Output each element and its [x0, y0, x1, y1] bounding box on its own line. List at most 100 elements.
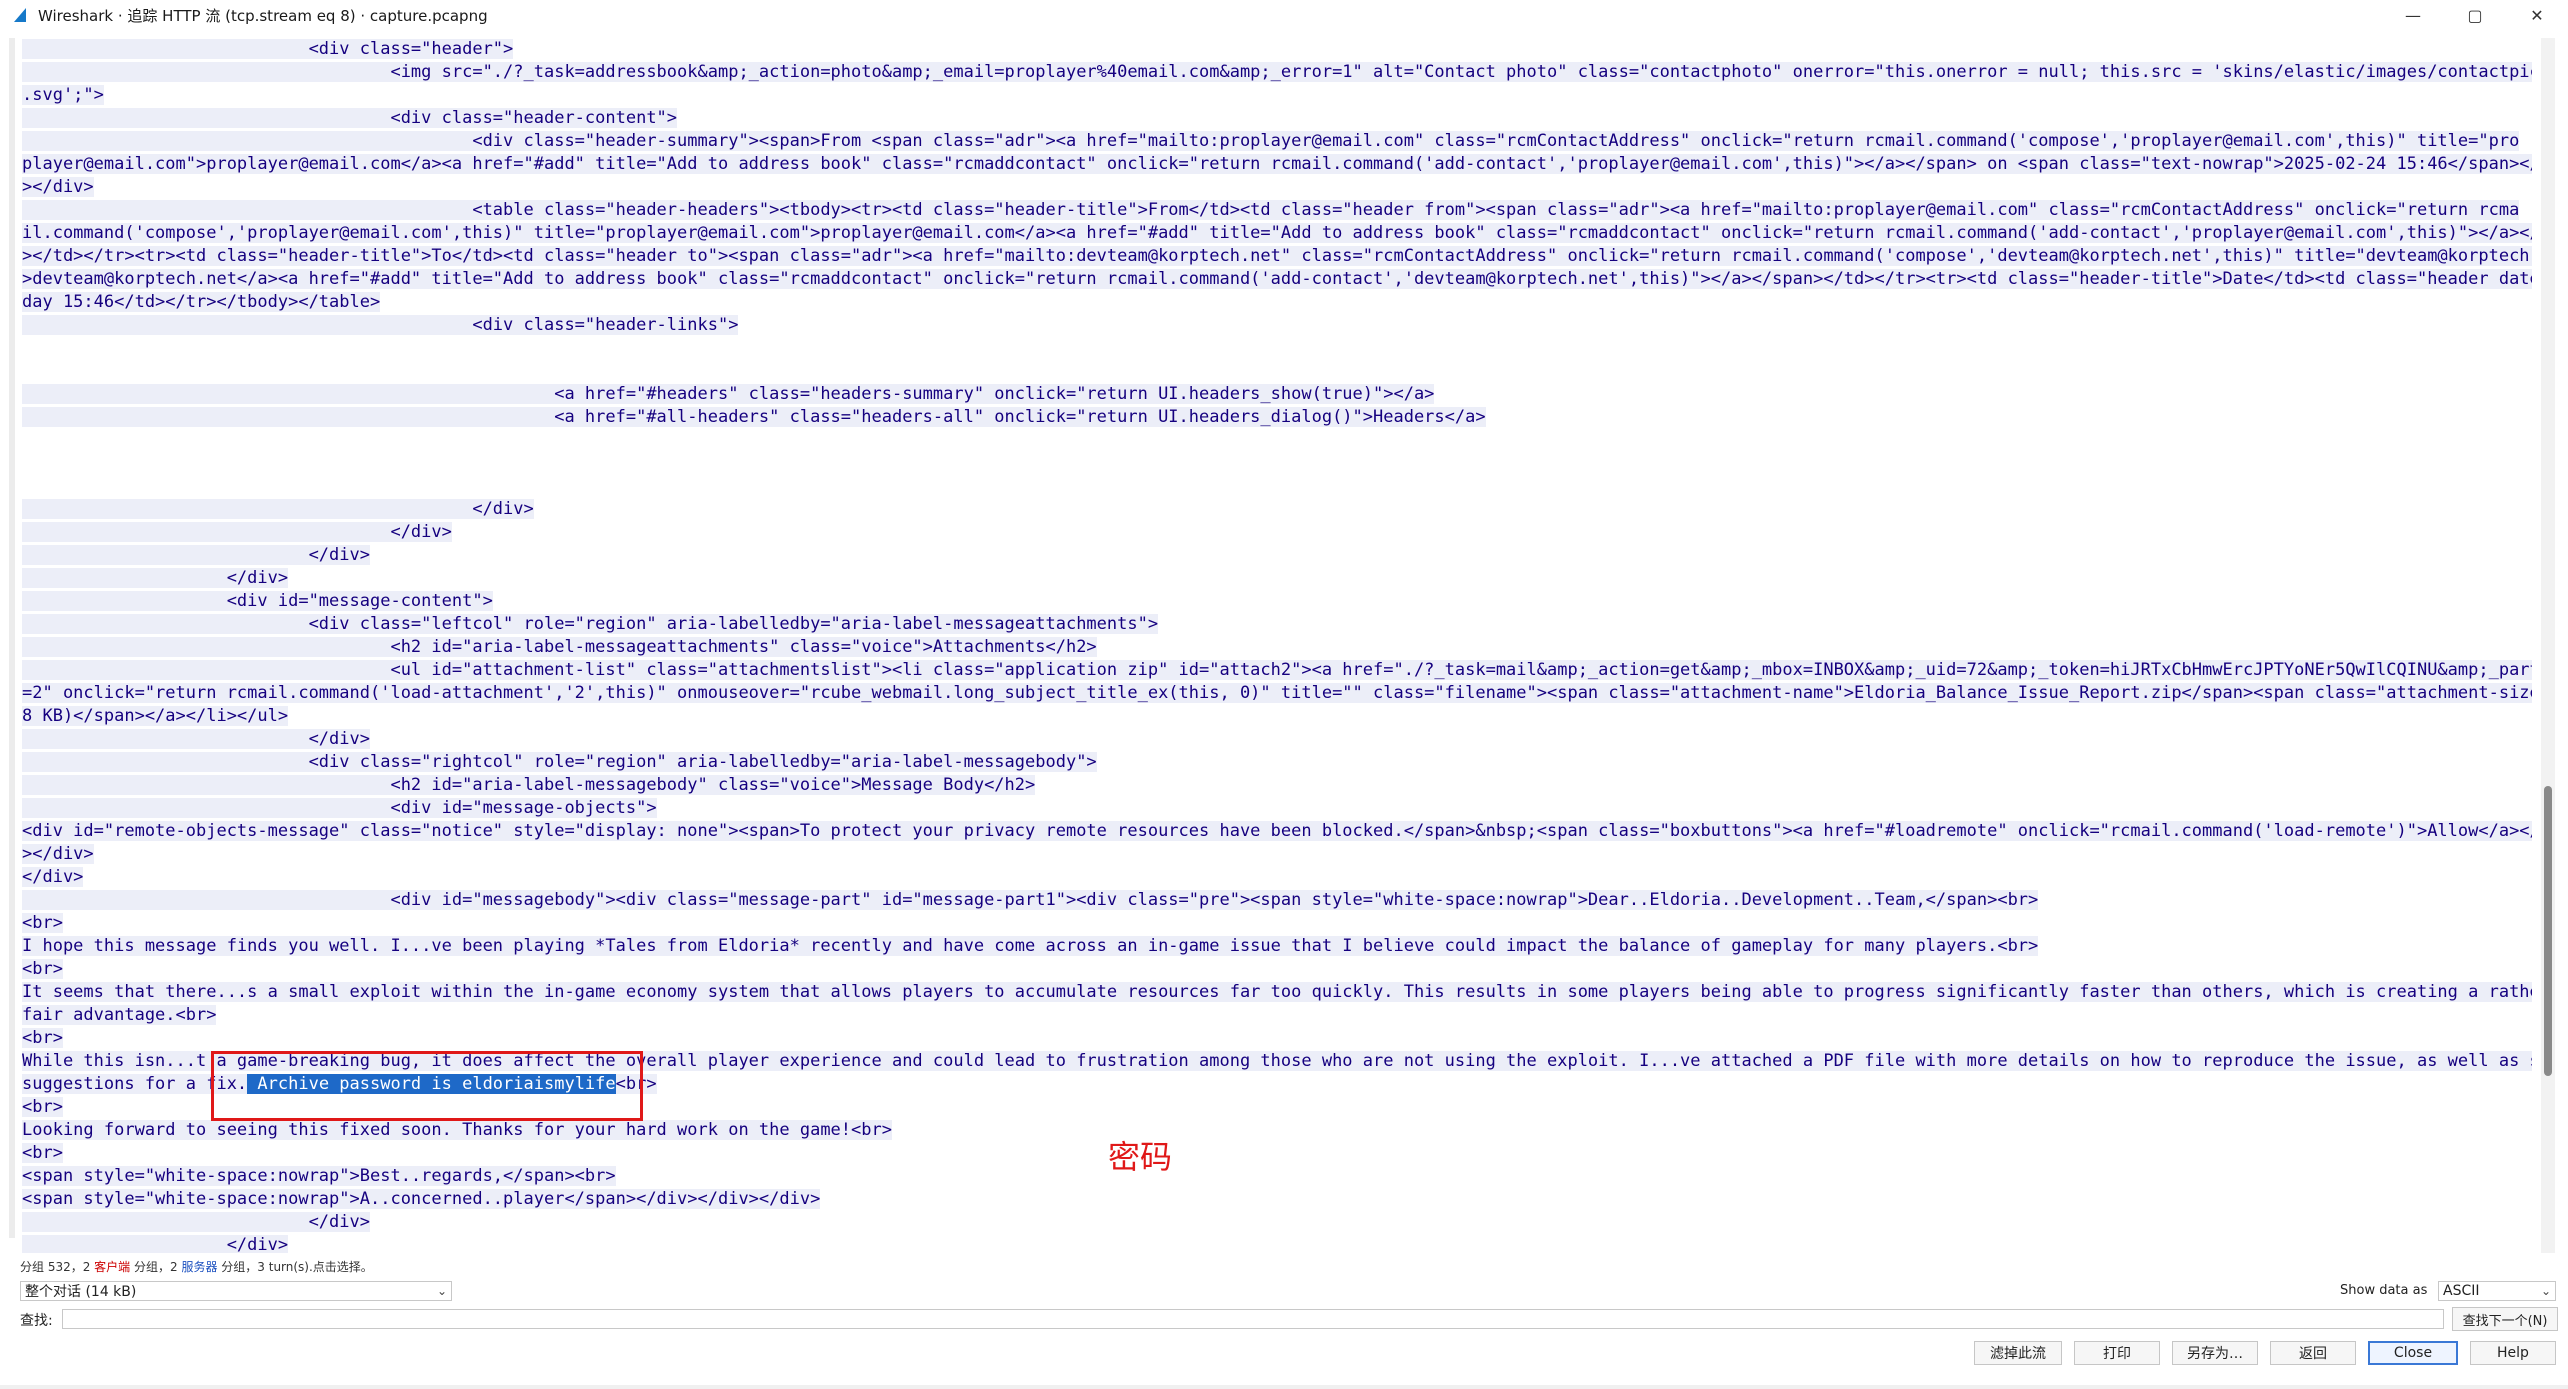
- stream-line-text: <span style="white-space:nowrap">A..conc…: [22, 1189, 821, 1209]
- stream-line: </div>: [22, 521, 2532, 544]
- stream-line: fair advantage.<br>: [22, 1004, 2532, 1027]
- stream-line: <span style="white-space:nowrap">Best..r…: [22, 1165, 2532, 1188]
- stream-line-text: <div id="messagebody"><div class="messag…: [22, 890, 2039, 910]
- stream-line: <div class="header">: [22, 38, 2532, 61]
- show-data-label: Show data as: [2340, 1283, 2428, 1298]
- stream-line-text: </div>: [22, 545, 370, 565]
- stream-line-text: <br>: [22, 1097, 63, 1117]
- stream-line-text: Looking forward to seeing this fixed soo…: [22, 1120, 892, 1140]
- maximize-button[interactable]: ▢: [2444, 0, 2506, 30]
- stream-line-text: <br>: [22, 913, 63, 933]
- stream-line: <div class="header-links">: [22, 314, 2532, 337]
- stream-line: <div class="leftcol" role="region" aria-…: [22, 613, 2532, 636]
- status-suffix: 分组，3 turn(s).点击选择。: [217, 1260, 373, 1274]
- stream-line: </div>: [22, 866, 2532, 889]
- stream-line: </div>: [22, 567, 2532, 590]
- close-window-button[interactable]: ✕: [2506, 0, 2568, 30]
- stream-line: day 15:46</td></tr></tbody></table>: [22, 291, 2532, 314]
- stream-line-text: 8 KB)</span></a></li></ul>: [22, 706, 289, 726]
- conversation-select-value: 整个对话 (14 kB): [25, 1284, 137, 1300]
- stream-line: </div>: [22, 544, 2532, 567]
- stream-line: <br>: [22, 912, 2532, 935]
- stream-line-text: <div id="message-content">: [22, 591, 493, 611]
- stream-line: <h2 id="aria-label-messageattachments" c…: [22, 636, 2532, 659]
- stream-line-text: <br>: [22, 1028, 63, 1048]
- stream-line: </div>: [22, 728, 2532, 751]
- stream-line: ></div>: [22, 843, 2532, 866]
- stream-line-text: <div class="header-links">: [22, 315, 739, 335]
- stream-line: <div id="remote-objects-message" class="…: [22, 820, 2532, 843]
- show-data-select[interactable]: ASCII ⌄: [2438, 1281, 2556, 1301]
- stream-line: <table class="header-headers"><tbody><tr…: [22, 199, 2532, 222]
- stream-line-text: day 15:46</td></tr></tbody></table>: [22, 292, 381, 312]
- password-highlight-box: [211, 1051, 643, 1121]
- help-button[interactable]: Help: [2470, 1341, 2556, 1365]
- stream-line-text: <div class="header-summary"><span>From <…: [22, 131, 2520, 151]
- stream-line-text: <h2 id="aria-label-messagebody" class="v…: [22, 775, 1036, 795]
- left-gutter: [9, 38, 15, 1238]
- bottom-edge: [0, 1385, 2568, 1389]
- conversation-select[interactable]: 整个对话 (14 kB) ⌄: [20, 1281, 452, 1301]
- stream-line-text: <br>: [22, 1143, 63, 1163]
- stream-line-text: <div id="remote-objects-message" class="…: [22, 821, 2532, 841]
- stream-status: 分组 532，2 客户端 分组，2 服务器 分组，3 turn(s).点击选择。: [20, 1258, 373, 1275]
- status-prefix: 分组 532，2: [20, 1260, 95, 1274]
- find-label: 查找:: [20, 1313, 53, 1329]
- stream-line-text: <div class="header">: [22, 39, 514, 59]
- stream-line: <a href="#headers" class="headers-summar…: [22, 383, 2532, 406]
- save-as-button[interactable]: 另存为…: [2172, 1341, 2258, 1365]
- stream-line-text: fair advantage.<br>: [22, 1005, 217, 1025]
- scrollbar-thumb[interactable]: [2544, 786, 2552, 1076]
- stream-line-text: </div>: [22, 1212, 370, 1232]
- stream-line-text: <div class="leftcol" role="region" aria-…: [22, 614, 1159, 634]
- stream-line-text: ></div>: [22, 844, 94, 864]
- wireshark-fin-icon: [12, 6, 30, 24]
- close-button[interactable]: Close: [2368, 1341, 2458, 1365]
- print-button[interactable]: 打印: [2074, 1341, 2160, 1365]
- stream-line: <br>: [22, 958, 2532, 981]
- stream-line-text: ></td></tr><tr><td class="header-title">…: [22, 246, 2532, 266]
- window-controls: — ▢ ✕: [2382, 0, 2568, 30]
- stream-line-text: </div>: [22, 499, 534, 519]
- find-input[interactable]: [62, 1309, 2444, 1329]
- minimize-button[interactable]: —: [2382, 0, 2444, 30]
- vertical-scrollbar[interactable]: [2541, 38, 2555, 1253]
- window-title: Wireshark · 追踪 HTTP 流 (tcp.stream eq 8) …: [38, 6, 488, 25]
- stream-line-text: <img src="./?_task=addressbook&amp;_acti…: [22, 62, 2532, 82]
- stream-line: [22, 452, 2532, 475]
- filter-out-button[interactable]: 滤掉此流: [1974, 1341, 2062, 1365]
- stream-line-text: </div>: [22, 568, 289, 588]
- stream-line-text: <a href="#headers" class="headers-summar…: [22, 384, 1435, 404]
- stream-line: <div class="rightcol" role="region" aria…: [22, 751, 2532, 774]
- stream-line-text: <ul id="attachment-list" class="attachme…: [22, 660, 2532, 680]
- stream-line: <a href="#all-headers" class="headers-al…: [22, 406, 2532, 429]
- stream-line: il.command('compose','proplayer@email.co…: [22, 222, 2532, 245]
- stream-line: >devteam@korptech.net</a><a href="#add" …: [22, 268, 2532, 291]
- stream-line-text: </div>: [22, 729, 370, 749]
- stream-line-text: </div>: [22, 867, 84, 887]
- stream-line: <span style="white-space:nowrap">A..conc…: [22, 1188, 2532, 1211]
- stream-line-text: >devteam@korptech.net</a><a href="#add" …: [22, 269, 2532, 289]
- show-data-value: ASCII: [2443, 1283, 2480, 1299]
- stream-line-text: ></div>: [22, 177, 94, 197]
- status-mid: 分组，2: [130, 1260, 182, 1274]
- stream-line: </div>: [22, 1234, 2532, 1253]
- stream-line-text: =2" onclick="return rcmail.command('load…: [22, 683, 2532, 703]
- stream-line-text: <span style="white-space:nowrap">Best..r…: [22, 1166, 616, 1186]
- stream-line: [22, 337, 2532, 360]
- stream-line: [22, 429, 2532, 452]
- stream-line: <br>: [22, 1027, 2532, 1050]
- find-next-button[interactable]: 查找下一个(N): [2452, 1307, 2558, 1331]
- stream-line: It seems that there...s a small exploit …: [22, 981, 2532, 1004]
- title-bar: Wireshark · 追踪 HTTP 流 (tcp.stream eq 8) …: [0, 0, 2568, 30]
- chevron-down-icon: ⌄: [2540, 1284, 2552, 1298]
- stream-line: .svg';">: [22, 84, 2532, 107]
- stream-line-text: <a href="#all-headers" class="headers-al…: [22, 407, 1486, 427]
- stream-line-text: <h2 id="aria-label-messageattachments" c…: [22, 637, 1097, 657]
- password-annotation: 密码: [1108, 1138, 1173, 1176]
- stream-line: <div id="messagebody"><div class="messag…: [22, 889, 2532, 912]
- stream-line: <div class="header-content">: [22, 107, 2532, 130]
- back-button[interactable]: 返回: [2270, 1341, 2356, 1365]
- stream-line-text: </div>: [22, 1235, 289, 1253]
- stream-line-text: It seems that there...s a small exploit …: [22, 982, 2532, 1002]
